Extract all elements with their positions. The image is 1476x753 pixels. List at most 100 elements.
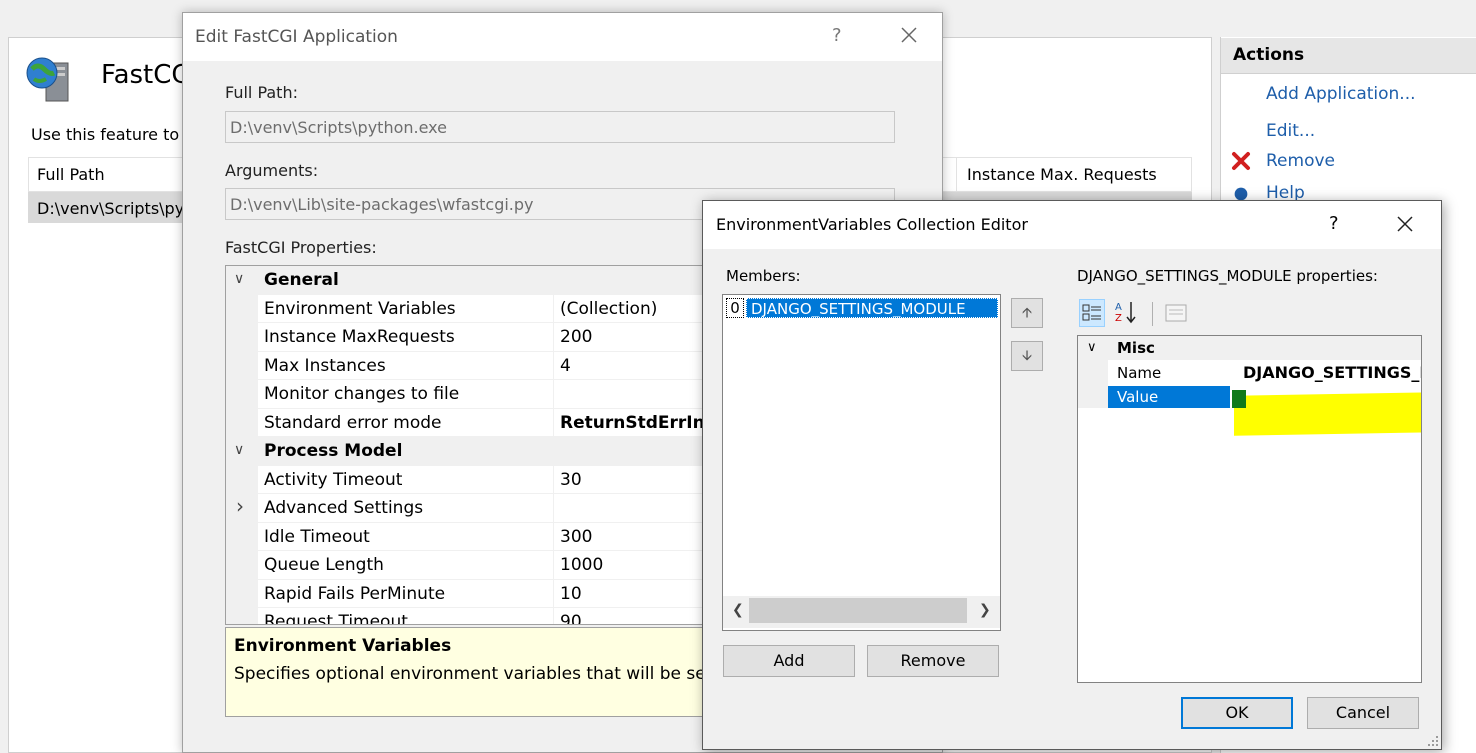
property-value[interactable]: 200 [560, 327, 592, 347]
arguments-label: Arguments: [225, 161, 319, 180]
property-name: Environment Variables [264, 298, 456, 319]
grid-gutter [1078, 360, 1108, 408]
column-separator [553, 551, 554, 579]
description-title: Environment Variables [234, 636, 452, 656]
property-row[interactable]: Queue Length 1000 [226, 551, 744, 580]
add-application-link[interactable]: Add Application... [1266, 84, 1416, 104]
cancel-button[interactable]: Cancel [1307, 697, 1419, 729]
full-path-label: Full Path: [225, 83, 298, 102]
chevron-down-icon[interactable]: ∨ [1087, 340, 1097, 355]
property-value-label[interactable]: Value [1117, 388, 1158, 406]
property-category-row[interactable]: ∨ General [226, 266, 744, 295]
property-name: Idle Timeout [264, 526, 370, 547]
alphabetical-button[interactable]: A Z [1113, 299, 1139, 327]
scrollbar-thumb[interactable] [749, 598, 967, 623]
property-row[interactable]: Rapid Fails PerMinute 10 [226, 579, 744, 608]
property-name: Max Instances [264, 355, 386, 376]
list-item[interactable]: 0 DJANGO_SETTINGS_MODULE [726, 298, 998, 318]
members-list[interactable]: 0 DJANGO_SETTINGS_MODULE ❮ ❯ [722, 294, 1001, 631]
svg-text:Z: Z [1115, 313, 1122, 324]
property-value[interactable]: 90 [560, 612, 582, 624]
property-row[interactable]: Environment Variables (Collection) [226, 294, 744, 323]
member-index: 0 [726, 298, 744, 318]
move-down-button[interactable]: 🡫 [1011, 341, 1043, 371]
fastcgi-properties-label: FastCGI Properties: [225, 238, 377, 257]
property-name: Request Timeout [264, 612, 408, 625]
property-pages-button[interactable] [1163, 299, 1189, 327]
column-separator [553, 323, 554, 351]
resize-grip-icon[interactable] [1425, 733, 1439, 747]
help-icon [1234, 187, 1248, 201]
column-separator [553, 494, 554, 522]
remove-button[interactable]: Remove [867, 645, 999, 677]
property-row[interactable]: Monitor changes to file [226, 380, 744, 409]
grid-gutter [226, 380, 258, 408]
column-separator [553, 408, 554, 436]
scroll-left-icon[interactable]: ❮ [732, 602, 744, 618]
property-value[interactable]: 4 [560, 356, 571, 376]
value-field[interactable] [1232, 390, 1246, 408]
help-button[interactable]: ? [832, 25, 842, 46]
property-value[interactable]: 300 [560, 527, 592, 547]
full-path-field[interactable]: D:\venv\Scripts\python.exe [225, 111, 895, 143]
arrow-down-icon: 🡫 [1021, 348, 1033, 364]
chevron-down-icon[interactable]: ∨ [234, 442, 244, 458]
close-icon[interactable] [897, 23, 921, 47]
property-row[interactable]: Standard error mode ReturnStdErrIn500 [226, 408, 744, 437]
help-link[interactable]: Help [1266, 183, 1305, 201]
chevron-right-icon[interactable]: › [236, 494, 244, 518]
property-name-label[interactable]: Name [1117, 364, 1161, 382]
property-row[interactable]: › Advanced Settings [226, 494, 744, 523]
property-value[interactable]: (Collection) [560, 299, 657, 319]
help-button[interactable]: ? [1329, 213, 1339, 234]
grid-gutter [226, 551, 258, 579]
property-value[interactable]: 1000 [560, 555, 603, 575]
property-value[interactable]: 30 [560, 470, 582, 490]
add-button[interactable]: Add [723, 645, 855, 677]
grid-gutter [226, 608, 258, 624]
dialog-title: EnvironmentVariables Collection Editor [716, 215, 1028, 234]
close-icon[interactable] [1394, 213, 1416, 235]
property-name: Rapid Fails PerMinute [264, 583, 446, 604]
property-name: Queue Length [264, 555, 384, 575]
property-row[interactable]: Instance MaxRequests 200 [226, 323, 744, 352]
property-category-row[interactable]: ∨ Process Model [226, 437, 744, 466]
members-label: Members: [726, 267, 801, 285]
member-property-grid[interactable]: ∨ Misc Name DJANGO_SETTINGS_MODULE Value [1077, 335, 1422, 683]
horizontal-scrollbar[interactable]: ❮ ❯ [723, 596, 1000, 628]
property-row[interactable]: Max Instances 4 [226, 351, 744, 380]
chevron-down-icon[interactable]: ∨ [234, 271, 244, 287]
column-separator [553, 351, 554, 379]
svg-text:A: A [1115, 302, 1122, 313]
grid-gutter [226, 579, 258, 607]
property-pages-icon [1165, 304, 1187, 322]
column-separator [553, 380, 554, 408]
property-value[interactable]: 10 [560, 584, 582, 604]
sort-az-icon: A Z [1115, 302, 1136, 324]
fastcgi-property-grid[interactable]: ∨ General Environment Variables (Collection… [225, 265, 745, 625]
column-separator [553, 522, 554, 550]
ok-button[interactable]: OK [1181, 697, 1293, 729]
category-label: Process Model [264, 441, 403, 461]
remove-link[interactable]: Remove [1266, 151, 1335, 171]
grid-gutter [226, 408, 258, 436]
grid-gutter [226, 351, 258, 379]
grid-gutter [226, 294, 258, 322]
collection-editor-dialog: EnvironmentVariables Collection Editor ?… [702, 200, 1442, 750]
grid-gutter [226, 522, 258, 550]
grid-gutter [226, 323, 258, 351]
move-up-button[interactable]: 🡩 [1011, 298, 1043, 328]
scroll-right-icon[interactable]: ❯ [979, 602, 991, 618]
property-name: Standard error mode [264, 412, 442, 433]
property-row[interactable]: Request Timeout 90 [226, 608, 744, 625]
property-name-value[interactable]: DJANGO_SETTINGS_MODULE [1243, 363, 1421, 382]
edit-link[interactable]: Edit... [1266, 121, 1315, 141]
property-row[interactable]: Idle Timeout 300 [226, 522, 744, 551]
column-header-instance-max-requests[interactable]: Instance Max. Requests [967, 165, 1157, 184]
description-text: Specifies optional environment variables… [234, 664, 744, 684]
categorized-button[interactable] [1079, 299, 1105, 327]
remove-x-icon [1232, 152, 1250, 170]
property-row[interactable]: Activity Timeout 30 [226, 465, 744, 494]
column-header-full-path[interactable]: Full Path [37, 165, 105, 184]
server-globe-icon [26, 57, 69, 102]
